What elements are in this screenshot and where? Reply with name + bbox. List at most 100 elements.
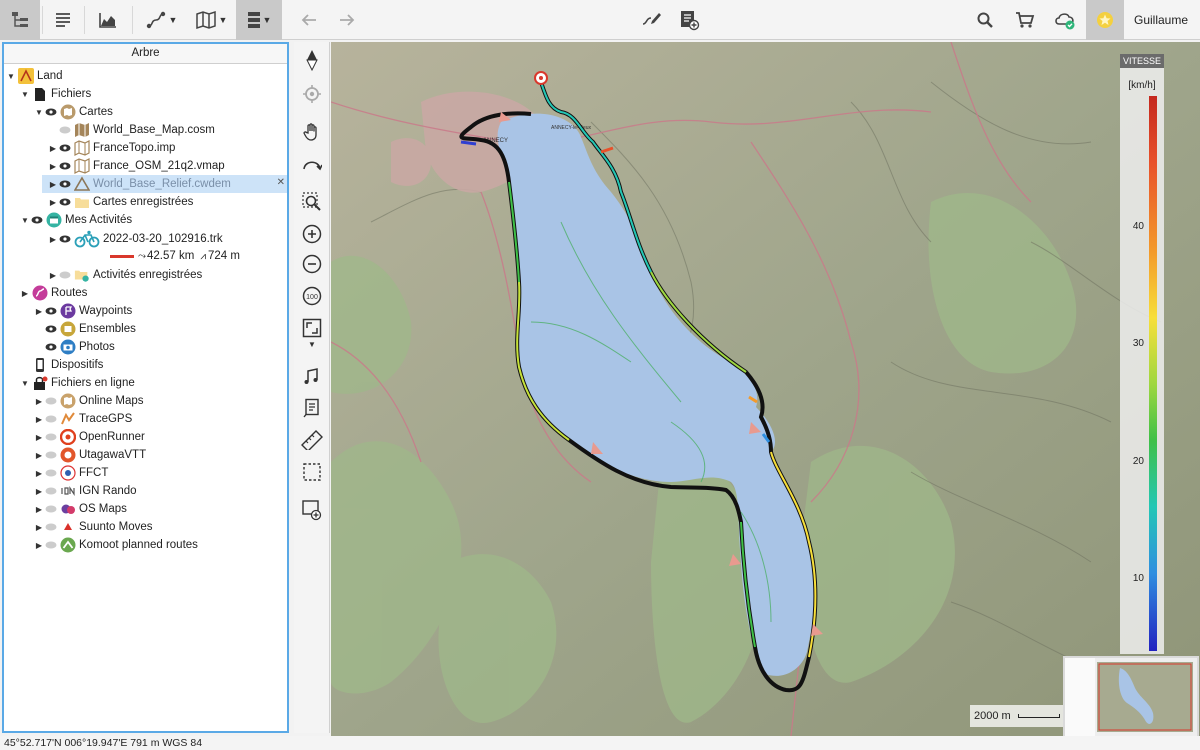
visibility-eye-icon[interactable]: [58, 143, 72, 153]
tree-item-ign-rando[interactable]: ▶ IGN Rando: [34, 482, 287, 500]
tree-item-ensembles[interactable]: Ensembles: [34, 320, 287, 338]
zoom-out-button[interactable]: [300, 252, 324, 276]
pan-hand-button[interactable]: [300, 120, 324, 144]
expand-arrow-icon[interactable]: ▶: [34, 307, 44, 316]
measure-button[interactable]: [300, 428, 324, 452]
visibility-eye-icon[interactable]: [30, 215, 44, 225]
selection-button[interactable]: [300, 460, 324, 484]
expand-arrow-icon[interactable]: ▶: [48, 144, 58, 153]
layers-button[interactable]: ▼: [236, 0, 282, 40]
tree-item-world-base-relief[interactable]: ▶ World_Base_Relief.cwdem ✕: [42, 175, 287, 193]
tree-item-world-base-map[interactable]: World_Base_Map.cosm: [48, 121, 287, 139]
tree-item-devices[interactable]: Dispositifs: [20, 356, 287, 374]
visibility-eye-hidden-icon[interactable]: [44, 414, 58, 424]
music-marker-button[interactable]: [300, 364, 324, 388]
tree-item-waypoints[interactable]: ▶ Waypoints: [34, 302, 287, 320]
expand-arrow-icon[interactable]: ▼: [6, 72, 16, 81]
start-marker[interactable]: [534, 71, 548, 85]
expand-arrow-icon[interactable]: ▶: [34, 469, 44, 478]
cloud-sync-button[interactable]: [1048, 0, 1082, 40]
zoom-100-button[interactable]: 100: [300, 284, 324, 308]
tree-item-land[interactable]: ▼ Land: [6, 67, 287, 85]
user-account-name[interactable]: Guillaume: [1134, 13, 1188, 27]
chart-view-button[interactable]: [88, 0, 128, 40]
rotate-button[interactable]: [300, 152, 324, 176]
tree-item-track[interactable]: ▶ 2022-03-20_102916.trk: [48, 229, 287, 249]
undo-button[interactable]: [294, 0, 324, 40]
tree-item-france-osm[interactable]: ▶ France_OSM_21q2.vmap: [48, 157, 287, 175]
tree-item-saved-activities[interactable]: ▶ Activités enregistrées: [48, 266, 287, 284]
expand-arrow-icon[interactable]: ▼: [20, 90, 30, 99]
tree-item-cartes[interactable]: ▼ Cartes: [34, 103, 287, 121]
zoom-area-button[interactable]: [300, 190, 324, 214]
zoom-in-button[interactable]: [300, 222, 324, 246]
tree-view-button[interactable]: [0, 0, 40, 40]
expand-arrow-icon[interactable]: ▶: [48, 235, 58, 244]
expand-arrow-icon[interactable]: ▶: [48, 198, 58, 207]
north-compass-button[interactable]: [300, 48, 324, 72]
shop-button[interactable]: [1010, 0, 1040, 40]
search-button[interactable]: [970, 0, 1000, 40]
visibility-eye-hidden-icon[interactable]: [44, 450, 58, 460]
tree-item-saved-maps[interactable]: ▶ Cartes enregistrées: [48, 193, 287, 211]
expand-arrow-icon[interactable]: ▼: [20, 216, 30, 225]
tree-item-openrunner[interactable]: ▶ OpenRunner: [34, 428, 287, 446]
expand-arrow-icon[interactable]: ▶: [48, 271, 58, 280]
expand-arrow-icon[interactable]: ▼: [20, 379, 30, 388]
draw-track-button[interactable]: [636, 0, 666, 40]
visibility-eye-hidden-icon[interactable]: [44, 504, 58, 514]
visibility-eye-hidden-icon[interactable]: [58, 270, 72, 280]
visibility-eye-icon[interactable]: [58, 161, 72, 171]
visibility-eye-hidden-icon[interactable]: [44, 432, 58, 442]
tree-item-utagawavtt[interactable]: ▶ UtagawaVTT: [34, 446, 287, 464]
visibility-eye-icon[interactable]: [44, 342, 58, 352]
maps-button[interactable]: ▼: [188, 0, 234, 40]
visibility-eye-hidden-icon[interactable]: [44, 486, 58, 496]
tree-item-francetopo[interactable]: ▶ FranceTopo.imp: [48, 139, 287, 157]
route-tool-button[interactable]: ▼: [138, 0, 184, 40]
tree-item-online-files[interactable]: ▼ Fichiers en ligne: [20, 374, 287, 392]
tree-item-online-maps[interactable]: ▶ Online Maps: [34, 392, 287, 410]
fit-extent-button[interactable]: [300, 316, 324, 340]
expand-arrow-icon[interactable]: ▼: [34, 108, 44, 117]
visibility-eye-icon[interactable]: [44, 107, 58, 117]
tree-item-komoot[interactable]: ▶ Komoot planned routes: [34, 536, 287, 554]
redo-button[interactable]: [332, 0, 362, 40]
expand-arrow-icon[interactable]: ▶: [48, 162, 58, 171]
overview-minimap[interactable]: [1063, 656, 1199, 738]
visibility-eye-hidden-icon[interactable]: [58, 125, 72, 135]
tree-item-ffct[interactable]: ▶ FFCT: [34, 464, 287, 482]
chevron-down-icon[interactable]: ▼: [308, 340, 316, 349]
expand-arrow-icon[interactable]: ▶: [34, 415, 44, 424]
expand-arrow-icon[interactable]: ▶: [34, 397, 44, 406]
visibility-eye-hidden-icon[interactable]: [44, 396, 58, 406]
expand-arrow-icon[interactable]: ▶: [20, 289, 30, 298]
premium-button[interactable]: [1086, 0, 1124, 40]
map-view[interactable]: ANNECY ANNECY-le-Vieux VITESSE [km/h] 40…: [331, 42, 1200, 736]
visibility-eye-hidden-icon[interactable]: [44, 540, 58, 550]
tree-item-suunto[interactable]: ▶ Suunto Moves: [34, 518, 287, 536]
tree-item-photos[interactable]: Photos: [34, 338, 287, 356]
tree-item-fichiers[interactable]: ▼ Fichiers: [20, 85, 287, 103]
new-item-button[interactable]: [300, 498, 324, 522]
expand-arrow-icon[interactable]: ▶: [34, 433, 44, 442]
visibility-eye-hidden-icon[interactable]: [44, 522, 58, 532]
expand-arrow-icon[interactable]: ▶: [34, 523, 44, 532]
locate-button[interactable]: [300, 82, 324, 106]
expand-arrow-icon[interactable]: ▶: [34, 451, 44, 460]
expand-arrow-icon[interactable]: ▶: [48, 180, 58, 189]
notes-button[interactable]: [300, 396, 324, 420]
tree-item-routes[interactable]: ▶ Routes: [20, 284, 287, 302]
visibility-eye-icon[interactable]: [58, 179, 72, 189]
tree-item-tracegps[interactable]: ▶ TraceGPS: [34, 410, 287, 428]
visibility-eye-icon[interactable]: [44, 324, 58, 334]
visibility-eye-icon[interactable]: [44, 306, 58, 316]
visibility-eye-icon[interactable]: [58, 234, 72, 244]
visibility-eye-icon[interactable]: [58, 197, 72, 207]
expand-arrow-icon[interactable]: ▶: [34, 541, 44, 550]
visibility-eye-hidden-icon[interactable]: [44, 468, 58, 478]
close-icon[interactable]: ✕: [277, 177, 285, 188]
list-view-button[interactable]: [44, 0, 82, 40]
expand-arrow-icon[interactable]: ▶: [34, 505, 44, 514]
add-photo-button[interactable]: [674, 0, 704, 40]
